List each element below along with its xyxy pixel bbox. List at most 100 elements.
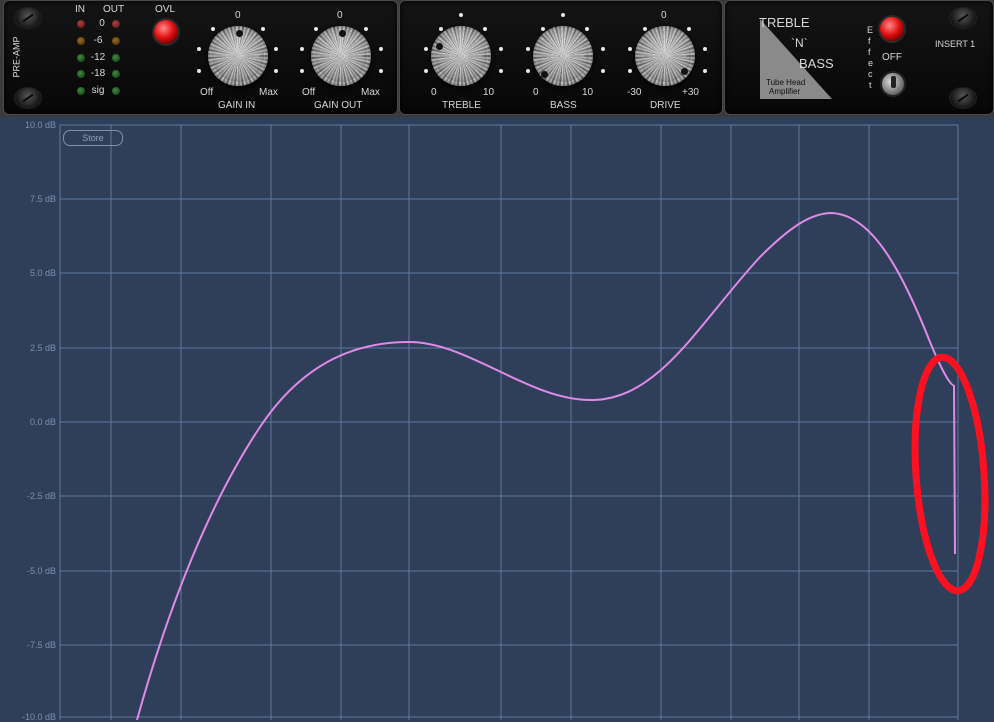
effect-letter: f (868, 36, 871, 46)
level-label: -6 (93, 35, 103, 46)
tick (211, 27, 215, 31)
effect-letter: E (867, 25, 874, 35)
tick (197, 47, 201, 51)
tick (561, 13, 565, 17)
tone-panel: 0 10 TREBLE 0 10 BASS 0 -30 +30 DRIVE (399, 0, 723, 115)
tick (274, 69, 278, 73)
tick (643, 27, 647, 31)
tick (541, 27, 545, 31)
drive-min: -30 (627, 87, 642, 98)
drive-max: +30 (682, 87, 699, 98)
out-label: OUT (103, 4, 125, 15)
effect-letter: t (869, 80, 872, 90)
tick (601, 69, 605, 73)
bass-name: BASS (550, 100, 577, 111)
tick (274, 47, 278, 51)
drive-knob[interactable] (635, 26, 695, 86)
effect-toggle-switch[interactable] (880, 71, 906, 97)
tick (364, 27, 368, 31)
screw-icon (14, 7, 42, 29)
brand-line3: BASS (799, 56, 834, 71)
y-axis-label: -5.0 dB (26, 566, 56, 576)
tick (703, 69, 707, 73)
tick (379, 69, 383, 73)
tick (628, 47, 632, 51)
ovl-label: OVL (155, 4, 176, 15)
tick (459, 13, 463, 17)
treble-knob[interactable] (431, 26, 491, 86)
drive-name: DRIVE (650, 100, 681, 111)
tick (300, 69, 304, 73)
tick (499, 47, 503, 51)
insert-label: INSERT 1 (935, 39, 976, 49)
knob-indicator (236, 30, 243, 37)
gain-out-max: Max (361, 87, 380, 98)
brand-sub2: Amplifier (769, 87, 801, 96)
tick (314, 27, 318, 31)
out-led-6 (112, 37, 120, 45)
treble-min: 0 (431, 87, 437, 98)
knob-indicator (339, 30, 346, 37)
out-led-sig (112, 87, 120, 95)
brand-line1: TREBLE (759, 15, 810, 30)
effect-letter: c (868, 69, 873, 79)
level-label: -12 (90, 52, 106, 63)
tick (483, 27, 487, 31)
y-axis-label: -2.5 dB (26, 491, 56, 501)
effect-letter: e (868, 58, 874, 68)
y-axis-label: 2.5 dB (29, 343, 56, 353)
tick (197, 69, 201, 73)
tick (601, 47, 605, 51)
tick (439, 27, 443, 31)
brand-line2: `N` (791, 36, 808, 50)
y-axis-label: -7.5 dB (26, 640, 56, 650)
tick (628, 69, 632, 73)
tick (424, 47, 428, 51)
bass-knob[interactable] (533, 26, 593, 86)
tick (261, 27, 265, 31)
knob-indicator (681, 68, 688, 75)
out-led-0 (112, 20, 120, 28)
y-axis-label: 7.5 dB (29, 194, 56, 204)
tick (424, 69, 428, 73)
off-label: OFF (882, 52, 902, 63)
gain-out-zero: 0 (337, 10, 343, 21)
preamp-title: PRE-AMP (11, 36, 22, 78)
knob-indicator (541, 71, 548, 78)
response-curve-drop (953, 384, 956, 555)
treble-max: 10 (483, 87, 495, 98)
gain-in-zero: 0 (235, 10, 241, 21)
gain-in-knob[interactable] (208, 26, 268, 86)
in-label: IN (75, 4, 85, 15)
out-led-12 (112, 54, 120, 62)
plugin-rack-header: PRE-AMP IN OUT 0 -6 -12 -18 sig OVL 0 Of… (0, 0, 994, 117)
graph-background (0, 117, 994, 720)
tick (300, 47, 304, 51)
store-button[interactable]: Store (63, 130, 123, 146)
tick (499, 69, 503, 73)
frequency-response-graph[interactable] (0, 117, 994, 720)
gain-in-name: GAIN IN (218, 100, 256, 111)
y-axis-label: 0.0 dB (29, 417, 56, 427)
screw-icon (14, 87, 42, 109)
screw-icon (949, 87, 977, 109)
gain-out-min: Off (302, 87, 316, 98)
treble-name: TREBLE (442, 100, 481, 111)
y-axis-label: 10.0 dB (24, 120, 56, 130)
effect-indicator (878, 15, 906, 43)
gain-in-max: Max (259, 87, 278, 98)
tick (703, 47, 707, 51)
tick (379, 47, 383, 51)
tick (526, 69, 530, 73)
tick (687, 27, 691, 31)
preamp-panel: PRE-AMP IN OUT 0 -6 -12 -18 sig OVL 0 Of… (3, 0, 398, 115)
drive-zero: 0 (661, 10, 667, 21)
gain-in-min: Off (200, 87, 214, 98)
brand-panel: TREBLE `N` BASS Tube Head Amplifier E f … (724, 0, 994, 115)
bass-max: 10 (582, 87, 594, 98)
in-led-0 (77, 20, 85, 28)
gain-out-knob[interactable] (311, 26, 371, 86)
tick (585, 27, 589, 31)
out-led-18 (112, 70, 120, 78)
effect-letter: f (868, 47, 871, 57)
